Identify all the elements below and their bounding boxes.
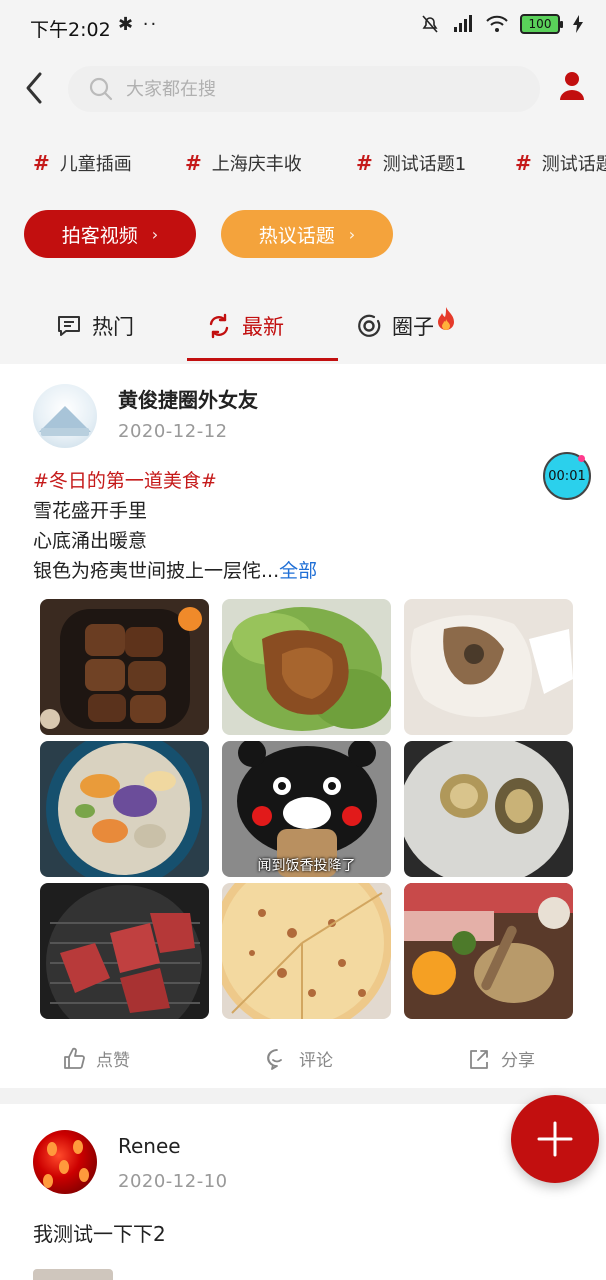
hot-topics-button[interactable]: 热议话题 ›: [221, 210, 393, 258]
post-hashtag[interactable]: #冬日的第一道美食#: [33, 466, 317, 496]
hash-icon: #: [185, 151, 202, 175]
food-image[interactable]: [222, 599, 391, 735]
abalone-photo: [404, 741, 573, 877]
food-image[interactable]: [404, 599, 573, 735]
message-icon: [58, 316, 80, 336]
mute-icon: [422, 15, 438, 33]
tab-active-indicator: [187, 358, 338, 361]
comment-icon: [267, 1048, 282, 1070]
avatar[interactable]: [33, 384, 97, 448]
post-card: 黄俊捷圈外女友 2020-12-12 00:01 #冬日的第一道美食# 雪花盛开…: [0, 364, 606, 1088]
video-button-label: 拍客视频: [61, 224, 138, 247]
post-date: 2020-12-12: [118, 421, 228, 442]
wifi-icon: [486, 15, 508, 32]
food-image[interactable]: [222, 883, 391, 1019]
status-indicators: ✱ ··: [118, 14, 159, 35]
topic-item[interactable]: # 测试话题1: [356, 150, 466, 176]
tab-bar: 热门 最新 圈子: [0, 280, 606, 364]
status-bar: 下午2:02 ✱ ·· 100: [0, 0, 606, 52]
food-image[interactable]: 闻到饭香投降了: [222, 741, 391, 877]
post-line: 心底涌出暖意: [33, 530, 148, 552]
food-image[interactable]: [404, 741, 573, 877]
add-post-button[interactable]: [511, 1095, 599, 1183]
timer-dot: [578, 455, 585, 462]
avatar[interactable]: [33, 1130, 97, 1194]
hotpot-photo: [40, 741, 209, 877]
feed-divider: [0, 1088, 606, 1104]
post-date: 2020-12-10: [118, 1171, 228, 1192]
image-caption: 闻到饭香投降了: [257, 858, 356, 874]
image-grid: 闻到饭香投降了: [40, 599, 574, 1019]
status-right: 100: [420, 14, 584, 34]
share-icon: [470, 1049, 488, 1069]
tab-hot[interactable]: 热门: [56, 308, 134, 344]
grill-beef-photo: [40, 883, 209, 1019]
topic-label: 儿童插画: [59, 154, 132, 175]
dumpling-photo: [404, 599, 573, 735]
chevron-right-icon: ›: [348, 224, 356, 244]
topic-item[interactable]: # 测试话题: [515, 150, 606, 176]
search-box[interactable]: [68, 66, 540, 112]
profile-icon[interactable]: [558, 70, 586, 102]
quick-actions: 拍客视频 › 热议话题 ›: [0, 196, 606, 280]
like-label: 点赞: [96, 1051, 130, 1071]
post-body: 我测试一下下2: [33, 1222, 166, 1246]
plus-icon: [537, 1121, 573, 1157]
username[interactable]: 黄俊捷圈外女友: [118, 384, 258, 413]
food-image[interactable]: [40, 883, 209, 1019]
food-image[interactable]: [40, 741, 209, 877]
pork-lettuce-photo: [222, 599, 391, 735]
topic-label: 测试话题1: [382, 154, 467, 175]
target-icon: [358, 314, 381, 337]
tab-label: 圈子: [392, 315, 434, 339]
comment-button[interactable]: 评论: [265, 1046, 333, 1071]
post-line: 雪花盛开手里: [33, 500, 148, 522]
share-button[interactable]: 分享: [467, 1046, 535, 1071]
hash-icon: #: [33, 151, 50, 175]
post-image[interactable]: [33, 1269, 113, 1280]
video-button[interactable]: 拍客视频 ›: [24, 210, 196, 258]
braised-meat-photo: [40, 599, 209, 735]
fire-icon: [438, 307, 454, 330]
topic-label: 测试话题: [541, 154, 606, 175]
topic-item[interactable]: # 儿童插画: [33, 150, 132, 176]
topic-item[interactable]: # 上海庆丰收: [185, 150, 302, 176]
search-input[interactable]: [126, 78, 506, 100]
tab-label: 热门: [92, 315, 134, 339]
post-body: #冬日的第一道美食# 雪花盛开手里 心底涌出暖意 银色为疮夷世间披上一层侘...…: [33, 466, 317, 586]
food-image[interactable]: [404, 883, 573, 1019]
pizza-photo: [222, 883, 391, 1019]
food-image[interactable]: [40, 599, 209, 735]
timer-text: 00:01: [548, 468, 586, 484]
tab-label: 最新: [242, 315, 284, 339]
status-time: 下午2:02: [30, 19, 111, 41]
hash-icon: #: [356, 151, 373, 175]
username[interactable]: Renee: [118, 1134, 181, 1158]
search-icon: [89, 77, 113, 101]
chevron-right-icon: ›: [151, 224, 159, 244]
battery-level: 100: [528, 17, 552, 31]
hash-icon: #: [515, 151, 532, 175]
back-icon[interactable]: [20, 68, 48, 108]
post-actions: 点赞 评论 分享: [0, 1036, 606, 1080]
topic-strip: # 儿童插画 # 上海庆丰收 # 测试话题1 # 测试话题: [0, 132, 606, 196]
topic-label: 上海庆丰收: [211, 154, 302, 175]
signal-icon: [454, 15, 472, 32]
battery-icon: 100: [520, 14, 563, 34]
tab-circle[interactable]: 圈子: [356, 307, 456, 344]
bbq-spread-photo: [404, 883, 573, 1019]
comment-label: 评论: [299, 1051, 333, 1071]
show-more-link[interactable]: 全部: [279, 560, 317, 582]
like-button[interactable]: 点赞: [62, 1046, 130, 1071]
header: [0, 52, 606, 132]
tab-latest[interactable]: 最新: [206, 308, 284, 344]
hot-topics-button-label: 热议话题: [258, 224, 335, 247]
post-line: 银色为疮夷世间披上一层侘...: [33, 560, 280, 582]
share-label: 分享: [501, 1051, 535, 1071]
thumbs-up-icon: [64, 1047, 85, 1069]
charging-icon: [573, 15, 583, 33]
refresh-icon: [209, 313, 229, 339]
